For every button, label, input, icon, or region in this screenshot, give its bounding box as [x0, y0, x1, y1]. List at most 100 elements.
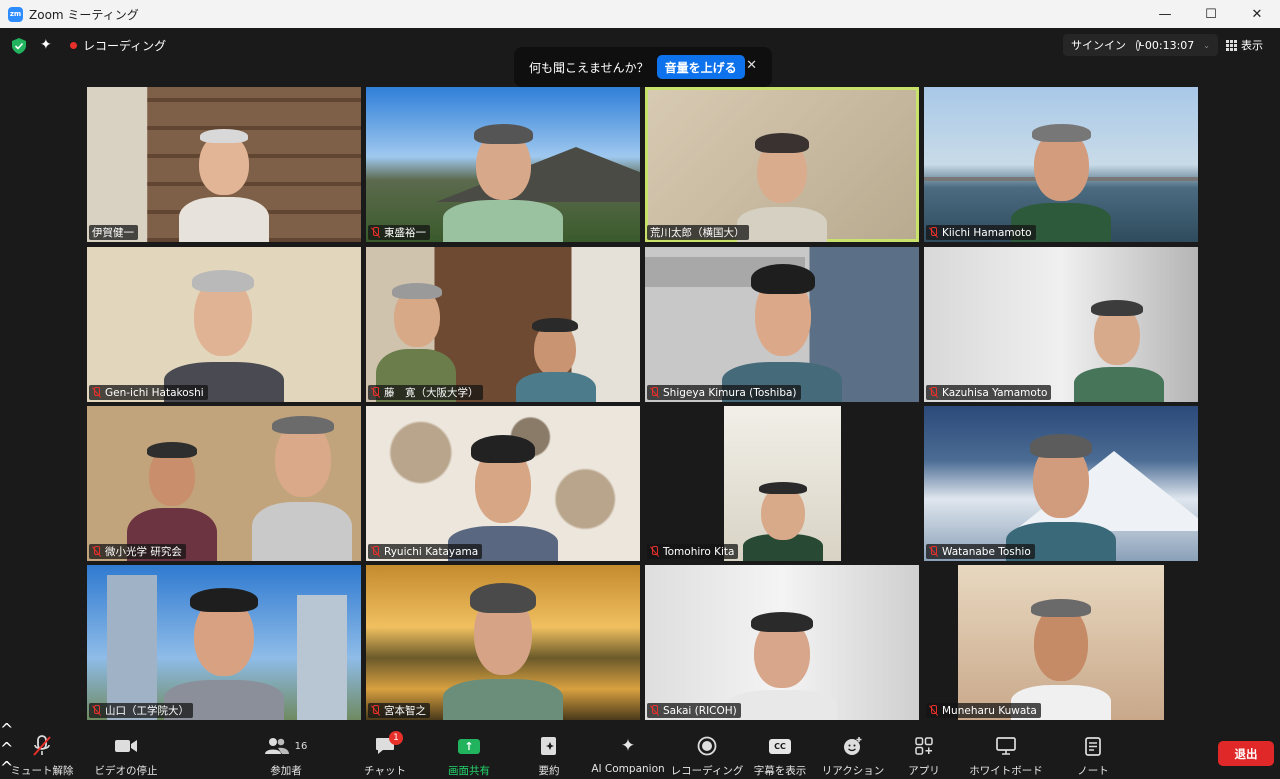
summary-button[interactable]: 要約	[524, 720, 574, 779]
mic-muted-icon	[33, 735, 51, 756]
video-tile[interactable]: Kazuhisa Yamamoto	[924, 247, 1198, 402]
recording-indicator[interactable]: レコーディング	[70, 37, 166, 54]
video-tile[interactable]: 宮本智之	[366, 565, 640, 720]
view-button[interactable]: 表示	[1226, 34, 1263, 56]
increase-volume-button[interactable]: 音量を上げる	[656, 55, 745, 79]
apps-button[interactable]: アプリ	[902, 720, 946, 779]
mic-muted-icon	[371, 387, 380, 398]
captions-button[interactable]: CC 字幕を表示	[750, 720, 810, 779]
encryption-shield-icon[interactable]	[12, 38, 26, 54]
grid-view-icon	[1226, 39, 1237, 51]
window-titlebar: zm Zoom ミーティング — ☐ ✕	[0, 0, 1280, 28]
video-tile[interactable]: Ryuichi Katayama	[366, 406, 640, 561]
reaction-smiley-icon	[844, 737, 862, 755]
participant-name-label: Gen-ichi Hatakoshi	[89, 385, 208, 400]
participant-name-label: 荒川太郎（横国大）	[647, 225, 749, 240]
share-screen-button[interactable]: ↑ 画面共有	[440, 720, 498, 779]
ai-companion-button[interactable]: ✦ AI Companion	[590, 720, 666, 779]
participant-name-label: 山口（工学院大）	[89, 703, 193, 718]
mic-muted-icon	[371, 546, 380, 557]
maximize-button[interactable]: ☐	[1188, 0, 1234, 28]
whiteboard-button[interactable]: ホワイトボード	[966, 720, 1046, 779]
participant-name-label: Ryuichi Katayama	[368, 544, 483, 559]
video-tile[interactable]: Kiichi Hamamoto	[924, 87, 1198, 242]
chat-unread-badge: 1	[389, 731, 403, 745]
leave-meeting-button[interactable]: 退出	[1218, 741, 1274, 766]
stop-video-button[interactable]: ビデオの停止	[94, 720, 158, 779]
minimize-button[interactable]: —	[1142, 0, 1188, 28]
mic-muted-icon	[650, 387, 659, 398]
record-label: レコーディング	[670, 765, 744, 777]
participants-label: 参加者	[270, 765, 302, 777]
timer-value: 00:13:07	[1144, 38, 1195, 52]
zoom-logo-icon: zm	[8, 6, 23, 22]
chevron-down-icon: ⌄	[1203, 40, 1210, 50]
notes-icon	[1085, 737, 1101, 756]
whiteboard-label: ホワイトボード	[969, 765, 1043, 777]
view-label: 表示	[1241, 39, 1263, 52]
video-tile[interactable]: 藤 寛（大阪大学）	[366, 247, 640, 402]
mic-muted-icon	[929, 546, 938, 557]
participants-count: 16	[294, 740, 308, 752]
apps-icon	[915, 737, 933, 755]
mic-muted-icon	[92, 705, 101, 716]
record-button[interactable]: レコーディング	[671, 720, 743, 779]
ai-sparkle-icon: ✦	[620, 735, 636, 756]
mic-muted-icon	[929, 387, 938, 398]
mic-muted-icon	[929, 705, 938, 716]
video-tile[interactable]: 微小光学 研究会	[87, 406, 361, 561]
audio-help-toast: 何も聞こえませんか？ 音量を上げる ✕	[514, 47, 772, 87]
video-camera-icon	[115, 740, 137, 752]
recording-dot-icon	[70, 42, 77, 49]
captions-label: 字幕を表示	[753, 765, 807, 777]
participant-name-label: Tomohiro Kita	[647, 544, 739, 559]
participant-name-label: 微小光学 研究会	[89, 544, 186, 559]
participant-name-label: 伊賀健一	[89, 225, 138, 240]
video-tile[interactable]: Shigeya Kimura (Toshiba)	[645, 247, 919, 402]
meeting-timer[interactable]: 00:13:07 ⌄	[1128, 34, 1218, 56]
participant-name-label: Watanabe Toshio	[926, 544, 1035, 559]
signin-button[interactable]: サインイン	[1063, 34, 1134, 56]
video-tile[interactable]: 伊賀健一	[87, 87, 361, 242]
video-tile[interactable]: 山口（工学院大）	[87, 565, 361, 720]
participants-icon	[264, 738, 289, 754]
video-tile-active-speaker[interactable]: 荒川太郎（横国大）	[645, 87, 919, 242]
summary-document-icon	[541, 737, 556, 755]
mic-muted-icon	[650, 546, 659, 557]
video-tile[interactable]: Muneharu Kuwata	[924, 565, 1198, 720]
video-tile[interactable]: Gen-ichi Hatakoshi	[87, 247, 361, 402]
mic-muted-icon	[92, 546, 101, 557]
notes-button[interactable]: ノート	[1070, 720, 1116, 779]
close-icon[interactable]: ✕	[746, 58, 757, 73]
clock-icon	[1136, 39, 1144, 51]
reactions-button[interactable]: リアクション	[822, 720, 884, 779]
participants-button[interactable]: 16 参加者	[256, 720, 316, 779]
share-screen-icon: ↑	[458, 738, 480, 754]
participant-name-label: 宮本智之	[368, 703, 430, 718]
closed-captions-icon: CC	[769, 738, 791, 754]
toast-message: 何も聞こえませんか？	[529, 60, 649, 75]
meeting-toolbar: ミュート解除 ^ ビデオの停止 ^ 16 参加者 ^ 1 チャット ↑ 画面共有…	[0, 720, 1280, 779]
chat-button[interactable]: 1 チャット	[356, 720, 414, 779]
video-tile[interactable]: 東盛裕一	[366, 87, 640, 242]
participant-name-label: Muneharu Kuwata	[926, 703, 1041, 718]
mic-muted-icon	[371, 227, 380, 238]
stop-video-label: ビデオの停止	[94, 765, 158, 777]
video-tile[interactable]: Tomohiro Kita	[645, 406, 919, 561]
close-window-button[interactable]: ✕	[1234, 0, 1280, 28]
unmute-button[interactable]: ミュート解除	[10, 720, 74, 779]
whiteboard-icon	[996, 737, 1016, 755]
video-tile[interactable]: Watanabe Toshio	[924, 406, 1198, 561]
video-tile[interactable]: Sakai (RICOH)	[645, 565, 919, 720]
share-screen-label: 画面共有	[448, 765, 490, 777]
chat-label: チャット	[364, 765, 406, 777]
ai-sparkle-icon[interactable]: ✦	[40, 37, 52, 53]
apps-label: アプリ	[908, 765, 940, 777]
unmute-label: ミュート解除	[10, 765, 74, 777]
participant-name-label: Shigeya Kimura (Toshiba)	[647, 385, 801, 400]
participant-name-label: 東盛裕一	[368, 225, 430, 240]
mic-muted-icon	[650, 705, 659, 716]
participant-name-label: Kazuhisa Yamamoto	[926, 385, 1052, 400]
reactions-label: リアクション	[821, 765, 885, 777]
ai-companion-label: AI Companion	[591, 763, 665, 775]
